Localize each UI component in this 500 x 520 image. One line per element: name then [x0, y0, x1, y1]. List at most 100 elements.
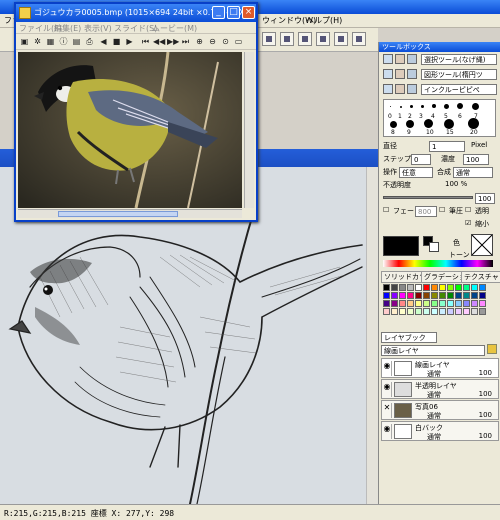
palette-color[interactable] [471, 300, 478, 307]
palette-color[interactable] [455, 284, 462, 291]
settings-icon[interactable]: ✲ [32, 36, 43, 47]
palette-color[interactable] [463, 300, 470, 307]
shrink-checkbox[interactable]: ☑ [465, 219, 471, 227]
tool-button[interactable] [334, 32, 348, 46]
palette-color[interactable] [407, 308, 414, 315]
palette-color[interactable] [463, 284, 470, 291]
palette-color[interactable] [455, 308, 462, 315]
palette-color[interactable] [391, 284, 398, 291]
layer-mode[interactable]: 通常 [427, 369, 441, 379]
palette-color[interactable] [439, 308, 446, 315]
canvas-vertical-scrollbar[interactable] [366, 167, 378, 504]
palette-color[interactable] [415, 308, 422, 315]
layer-row[interactable]: ◉ 線画レイヤ 通常 100 [381, 358, 499, 378]
brush-select[interactable]: 選択ツール(なげ縄) [421, 54, 497, 65]
palette-color[interactable] [471, 284, 478, 291]
maximize-button[interactable]: □ [227, 6, 240, 19]
palette-color[interactable] [383, 300, 390, 307]
palette-color[interactable] [447, 300, 454, 307]
minimize-button[interactable]: _ [212, 6, 225, 19]
viewer-menu-movie[interactable]: ムービー(M) [152, 23, 197, 34]
last-icon[interactable]: ⏭ [180, 36, 191, 47]
layer-opacity[interactable]: 100 [479, 411, 492, 419]
palette-color[interactable] [479, 284, 486, 291]
brush-row[interactable]: 選択ツール(なげ縄) [379, 52, 500, 67]
layer-row[interactable]: ✕ 写真06 通常 100 [381, 400, 499, 420]
hand-icon[interactable] [395, 69, 405, 79]
next-icon[interactable]: ▶ [124, 36, 135, 47]
eye-icon[interactable]: ◉ [383, 361, 392, 376]
layer-mode[interactable]: 通常 [427, 390, 441, 400]
opacity-slider[interactable] [383, 196, 473, 199]
palette-color[interactable] [455, 292, 462, 299]
tool-button[interactable] [262, 32, 276, 46]
pen-icon[interactable] [395, 54, 405, 64]
palette-color[interactable] [415, 300, 422, 307]
size-dot[interactable] [432, 104, 436, 108]
current-layer-select[interactable]: 線画レイヤ [381, 345, 485, 356]
palette-color[interactable] [399, 300, 406, 307]
hue-strip[interactable] [383, 260, 493, 267]
layer-row[interactable]: ◉ 半透明レイヤ 通常 100 [381, 379, 499, 399]
brush-size-selector[interactable]: 0 1 2 3 4 5 6 7 8 9 10 15 20 [383, 99, 496, 137]
close-button[interactable]: × [242, 6, 255, 19]
palette-color[interactable] [407, 292, 414, 299]
palette-color[interactable] [463, 308, 470, 315]
bucket-icon[interactable] [383, 69, 393, 79]
palette-color[interactable] [407, 284, 414, 291]
palette-color[interactable] [399, 292, 406, 299]
transparent-checkbox[interactable]: ☐ [465, 206, 471, 214]
ink-select[interactable]: インクルーピピぺ [421, 84, 497, 95]
palette-color[interactable] [399, 308, 406, 315]
save-icon[interactable]: ▤ [71, 36, 82, 47]
tool-button[interactable] [298, 32, 312, 46]
shape-icon[interactable] [407, 69, 417, 79]
fade-checkbox[interactable]: ☐ [383, 206, 389, 214]
layer-opacity[interactable]: 100 [479, 369, 492, 377]
size-dot[interactable] [444, 119, 454, 129]
press-checkbox[interactable]: ☐ [439, 206, 445, 214]
shape-select[interactable]: 図形ツール(楕円ツ [421, 69, 497, 80]
viewer-menu-edit[interactable]: 編集(E) [54, 23, 81, 34]
layer-mode[interactable]: 通常 [427, 411, 441, 421]
palette-color[interactable] [391, 308, 398, 315]
palette-color[interactable] [383, 308, 390, 315]
palette-color[interactable] [447, 308, 454, 315]
menu-help[interactable]: ヘルプ(H) [306, 15, 342, 26]
size-dot[interactable] [472, 103, 479, 110]
palette-color[interactable] [391, 292, 398, 299]
stop-icon[interactable]: ■ [111, 36, 122, 47]
palette-color[interactable] [471, 292, 478, 299]
layerbook-select[interactable]: レイヤブック [381, 332, 437, 343]
layer-opacity[interactable]: 100 [479, 432, 492, 440]
layer-opacity[interactable]: 100 [479, 390, 492, 398]
palette-color[interactable] [407, 300, 414, 307]
viewer-title-bar[interactable]: ゴジュウカラ0005.bmp (1015×694 24bit ×0.75) - … [16, 4, 256, 22]
eye-icon[interactable]: ◉ [383, 424, 392, 439]
size-dot[interactable] [424, 119, 433, 128]
palette-color[interactable] [391, 300, 398, 307]
size-dot[interactable] [390, 121, 397, 128]
scroll-thumb[interactable] [58, 211, 178, 217]
size-dot[interactable] [390, 106, 391, 107]
size-dot[interactable] [406, 120, 414, 128]
palette-color[interactable] [423, 292, 430, 299]
open-icon[interactable]: ▣ [19, 36, 30, 47]
first-icon[interactable]: ⏮ [140, 36, 151, 47]
layer-row[interactable]: ◉ 白バック 通常 100 [381, 421, 499, 441]
size-dot[interactable] [444, 104, 449, 109]
tool-button[interactable] [280, 32, 294, 46]
viewer-horizontal-scrollbar[interactable] [18, 209, 242, 218]
palette-color[interactable] [423, 284, 430, 291]
forward-icon[interactable]: ▶▶ [167, 36, 179, 47]
zoom-in-icon[interactable]: ⊕ [194, 36, 205, 47]
palette-color[interactable] [479, 292, 486, 299]
zoom-out-icon[interactable]: ⊖ [207, 36, 218, 47]
zoom-fit-icon[interactable]: ⊙ [220, 36, 231, 47]
width-input[interactable]: 1 [429, 141, 465, 152]
viewer-menu-view[interactable]: 表示(V) [84, 23, 112, 34]
info-icon[interactable]: ⓘ [58, 36, 69, 47]
gradient-icon[interactable] [395, 84, 405, 94]
palette-color[interactable] [383, 292, 390, 299]
viewer-vertical-scrollbar[interactable] [244, 52, 254, 208]
